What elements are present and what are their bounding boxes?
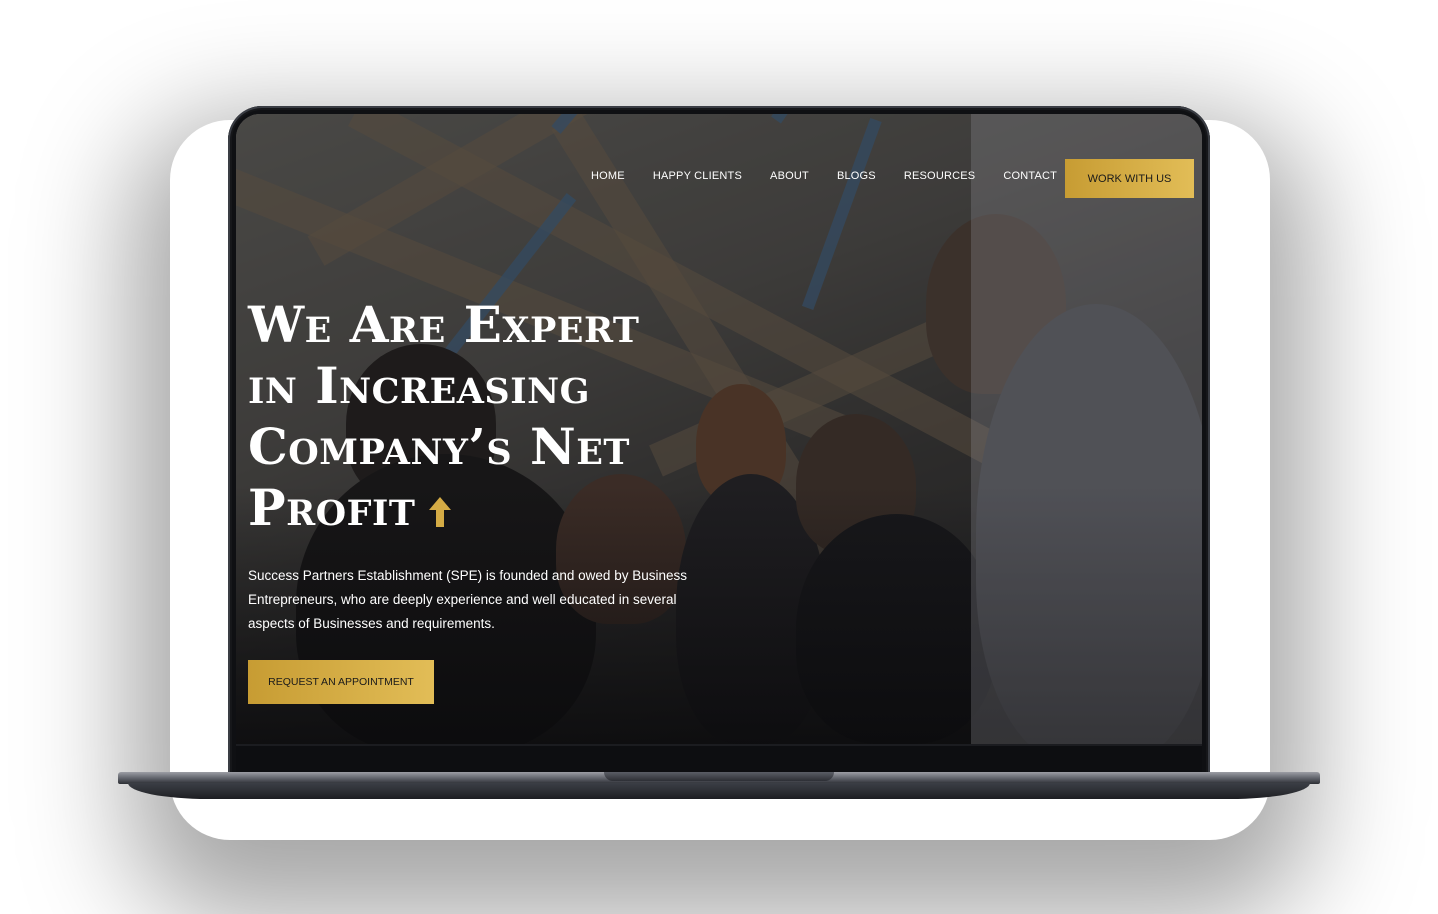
laptop-mockup: HOME HAPPY CLIENTS ABOUT BLOGS RESOURCES… (0, 0, 1438, 914)
nav-home[interactable]: HOME (591, 170, 625, 182)
headline-line-4: Profit (248, 477, 728, 540)
laptop-base-bottom (128, 783, 1310, 799)
arrow-up-icon (429, 479, 452, 540)
headline-line-2: in Increasing (248, 356, 590, 415)
work-with-us-button[interactable]: WORK WITH US (1065, 159, 1194, 198)
laptop-chin (236, 746, 1202, 772)
hero-headline: We Are Expert in Increasing Company’s Ne… (248, 294, 728, 540)
headline-line-3: Company’s Net (248, 417, 630, 476)
hero-intro-text: Success Partners Establishment (SPE) is … (248, 568, 687, 631)
nav-resources[interactable]: RESOURCES (904, 170, 975, 182)
nav-contact[interactable]: CONTACT (1003, 170, 1057, 182)
website-screen: HOME HAPPY CLIENTS ABOUT BLOGS RESOURCES… (236, 114, 1202, 746)
request-appointment-button[interactable]: REQUEST AN APPOINTMENT (248, 660, 434, 704)
right-tint-panel (971, 114, 1202, 746)
main-nav: HOME HAPPY CLIENTS ABOUT BLOGS RESOURCES… (591, 170, 1057, 182)
headline-line-4-text: Profit (248, 478, 416, 537)
nav-about[interactable]: ABOUT (770, 170, 809, 182)
laptop-notch (604, 772, 834, 781)
nav-happy-clients[interactable]: HAPPY CLIENTS (653, 170, 742, 182)
nav-blogs[interactable]: BLOGS (837, 170, 876, 182)
headline-line-1: We Are Expert (248, 295, 640, 354)
